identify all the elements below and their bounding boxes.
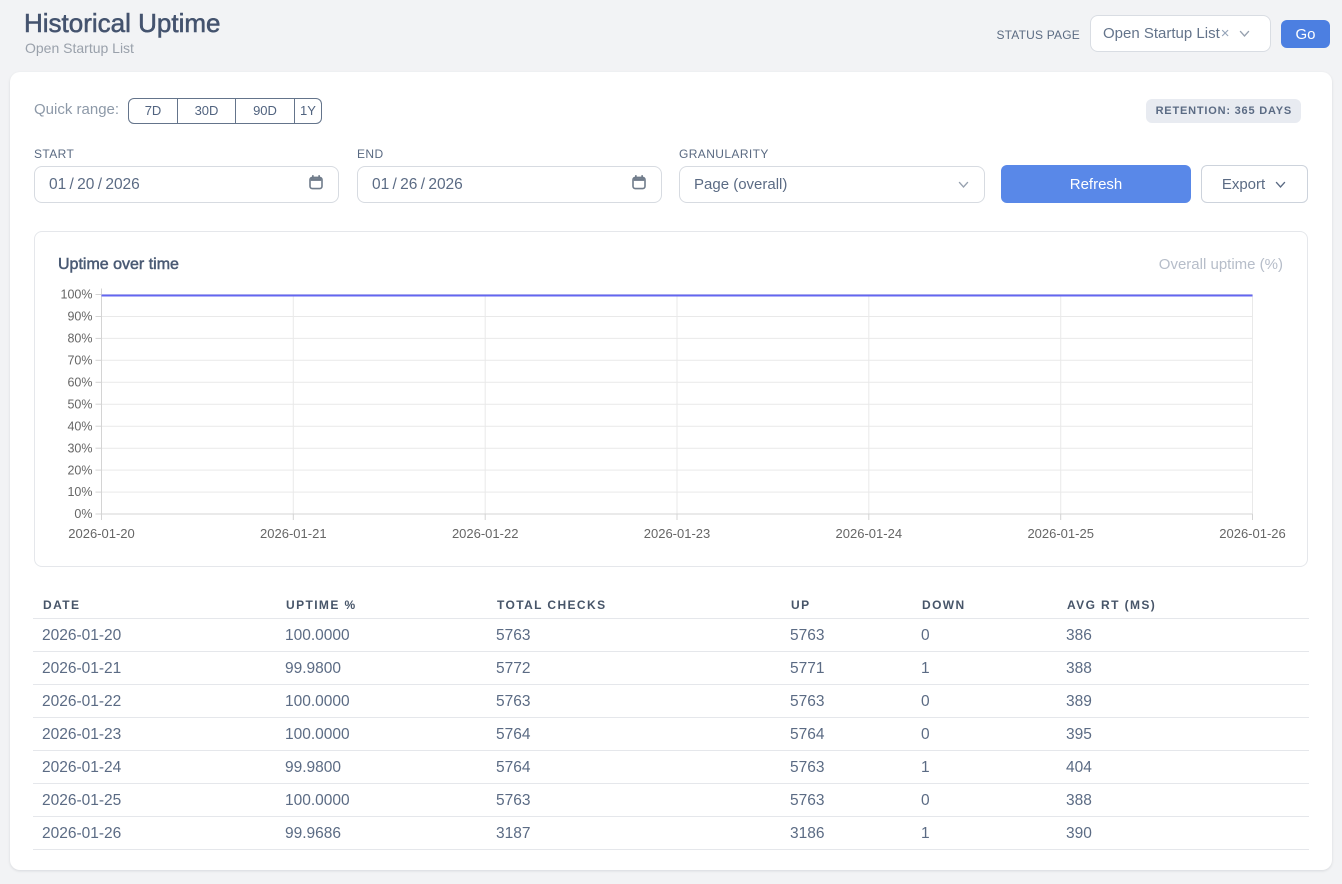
svg-text:0%: 0% <box>74 507 92 521</box>
svg-text:90%: 90% <box>67 310 92 324</box>
svg-text:20%: 20% <box>67 463 92 477</box>
svg-text:60%: 60% <box>67 376 92 390</box>
svg-text:2026-01-25: 2026-01-25 <box>1027 526 1094 541</box>
svg-text:10%: 10% <box>67 485 92 499</box>
svg-text:2026-01-20: 2026-01-20 <box>68 526 135 541</box>
svg-text:2026-01-21: 2026-01-21 <box>260 526 327 541</box>
svg-text:2026-01-24: 2026-01-24 <box>836 526 903 541</box>
svg-text:2026-01-22: 2026-01-22 <box>452 526 519 541</box>
svg-text:30%: 30% <box>67 441 92 455</box>
svg-text:2026-01-26: 2026-01-26 <box>1219 526 1286 541</box>
svg-text:80%: 80% <box>67 332 92 346</box>
svg-text:2026-01-23: 2026-01-23 <box>644 526 711 541</box>
svg-text:50%: 50% <box>67 397 92 411</box>
svg-text:100%: 100% <box>61 288 93 302</box>
svg-text:70%: 70% <box>67 354 92 368</box>
svg-text:40%: 40% <box>67 419 92 433</box>
